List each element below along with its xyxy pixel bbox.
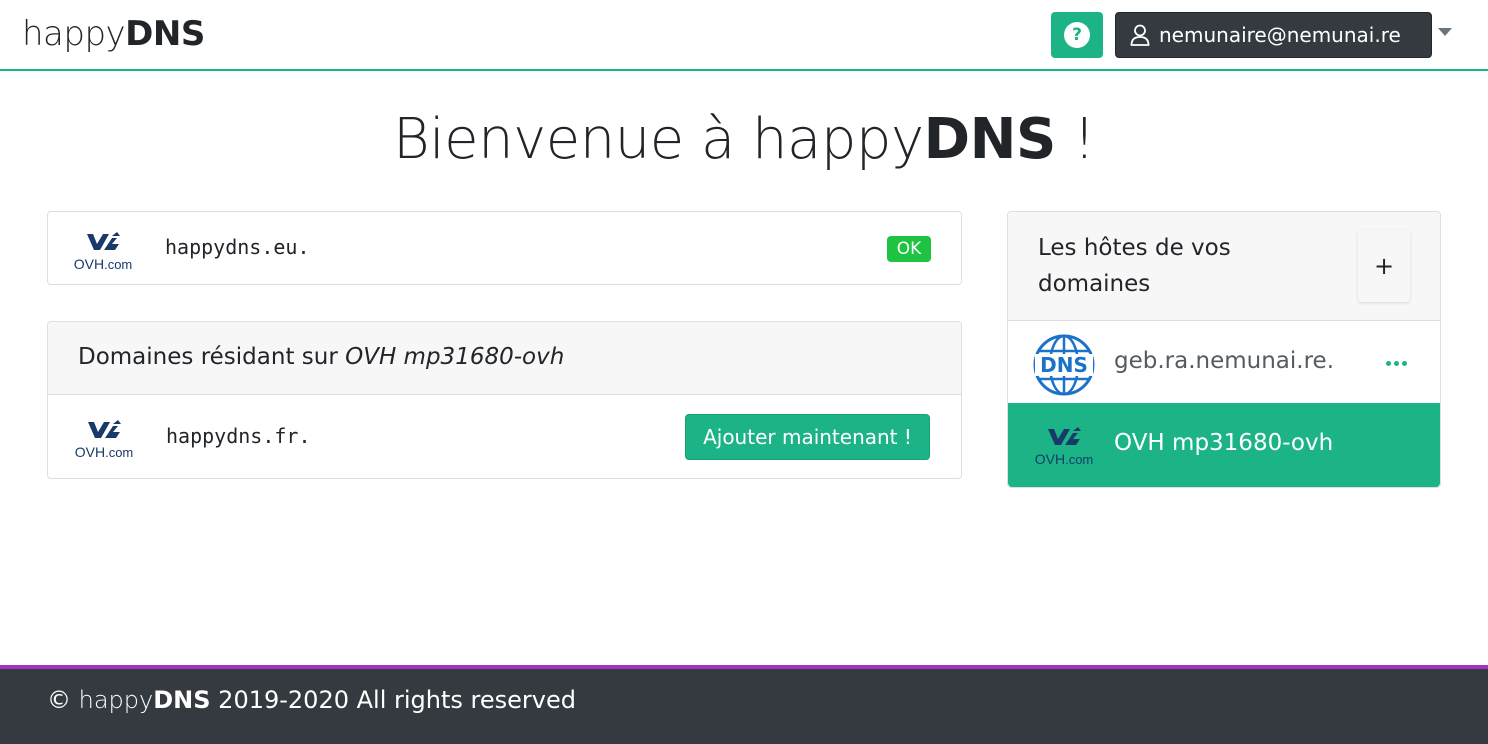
chevron-down-icon[interactable] xyxy=(1438,28,1452,36)
resident-domain-name: happydns.fr. xyxy=(166,424,311,448)
footer: © happyDNS 2019-2020 All rights reserved xyxy=(0,665,1488,744)
user-icon xyxy=(1130,24,1150,46)
navbar: happyDNS ? nemunaire@nemunai.re xyxy=(0,0,1488,71)
ovh-logo-icon: OVH.com xyxy=(1029,425,1099,469)
ovh-logo-icon: OVH.com xyxy=(68,230,138,274)
residents-header-text: Domaines résidant sur OVH mp31680-ovh xyxy=(78,344,565,370)
host-item-label: geb.ra.nemunai.re. xyxy=(1114,348,1335,374)
hosts-header-text: Les hôtes de vos domaines xyxy=(1038,235,1231,297)
brand-logo[interactable]: happyDNS xyxy=(22,14,205,54)
ovh-logo-icon: OVH.com xyxy=(69,418,139,462)
status-badge: OK xyxy=(887,236,931,262)
help-icon: ? xyxy=(1064,22,1090,48)
page-title: Bienvenue à happyDNS ! xyxy=(392,107,1096,172)
host-item-label: OVH mp31680-ovh xyxy=(1114,430,1334,456)
dns-globe-icon: DNS xyxy=(1033,334,1095,396)
svg-text:DNS: DNS xyxy=(1040,353,1088,377)
user-email: nemunaire@nemunai.re xyxy=(1159,23,1401,47)
help-button[interactable]: ? xyxy=(1051,12,1103,58)
add-host-button[interactable]: + xyxy=(1358,230,1410,302)
more-options-icon[interactable] xyxy=(1386,361,1407,366)
user-menu-button[interactable]: nemunaire@nemunai.re xyxy=(1115,12,1432,58)
footer-text: © happyDNS 2019-2020 All rights reserved xyxy=(47,686,576,714)
domain-name[interactable]: happydns.eu. xyxy=(165,235,310,259)
add-domain-button[interactable]: Ajouter maintenant ! xyxy=(685,414,930,460)
